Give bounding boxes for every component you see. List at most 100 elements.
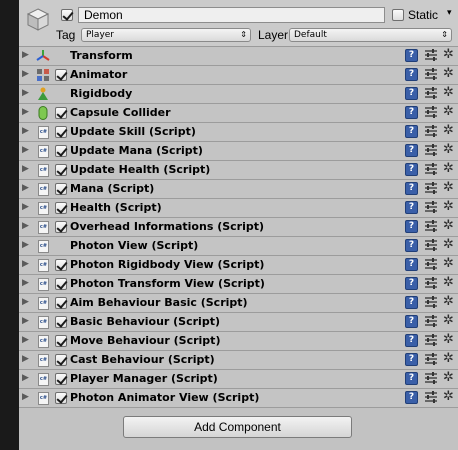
component-enabled-checkbox[interactable]: [55, 126, 67, 138]
gear-icon[interactable]: ✲: [443, 389, 454, 404]
component-row[interactable]: ▶ c# Player Manager (Script)? ✲: [19, 370, 458, 389]
gear-icon[interactable]: ✲: [443, 275, 454, 290]
component-row[interactable]: ▶ c# Update Skill (Script)? ✲: [19, 123, 458, 142]
help-icon[interactable]: ?: [405, 277, 418, 290]
help-icon[interactable]: ?: [405, 315, 418, 328]
component-row[interactable]: ▶ Capsule Collider? ✲: [19, 104, 458, 123]
component-row[interactable]: ▶ c# Health (Script)? ✲: [19, 199, 458, 218]
help-icon[interactable]: ?: [405, 49, 418, 62]
foldout-arrow-icon[interactable]: ▶: [22, 202, 29, 212]
preset-sliders-icon[interactable]: [424, 67, 438, 81]
help-icon[interactable]: ?: [405, 125, 418, 138]
gear-icon[interactable]: ✲: [443, 142, 454, 157]
help-icon[interactable]: ?: [405, 258, 418, 271]
preset-sliders-icon[interactable]: [424, 257, 438, 271]
gear-icon[interactable]: ✲: [443, 180, 454, 195]
foldout-arrow-icon[interactable]: ▶: [22, 240, 29, 250]
component-enabled-checkbox[interactable]: [55, 335, 67, 347]
gear-icon[interactable]: ✲: [443, 104, 454, 119]
gear-icon[interactable]: ✲: [443, 199, 454, 214]
help-icon[interactable]: ?: [405, 163, 418, 176]
preset-sliders-icon[interactable]: [424, 238, 438, 252]
foldout-arrow-icon[interactable]: ▶: [22, 335, 29, 345]
help-icon[interactable]: ?: [405, 201, 418, 214]
help-icon[interactable]: ?: [405, 239, 418, 252]
component-row[interactable]: ▶ c# Move Behaviour (Script)? ✲: [19, 332, 458, 351]
component-enabled-checkbox[interactable]: [55, 202, 67, 214]
gear-icon[interactable]: ✲: [443, 332, 454, 347]
preset-sliders-icon[interactable]: [424, 48, 438, 62]
component-enabled-checkbox[interactable]: [55, 354, 67, 366]
preset-sliders-icon[interactable]: [424, 143, 438, 157]
help-icon[interactable]: ?: [405, 372, 418, 385]
gear-icon[interactable]: ✲: [443, 66, 454, 81]
component-enabled-checkbox[interactable]: [55, 145, 67, 157]
gear-icon[interactable]: ✲: [443, 294, 454, 309]
preset-sliders-icon[interactable]: [424, 371, 438, 385]
gear-icon[interactable]: ✲: [443, 85, 454, 100]
gear-icon[interactable]: ✲: [443, 313, 454, 328]
help-icon[interactable]: ?: [405, 220, 418, 233]
component-enabled-checkbox[interactable]: [55, 221, 67, 233]
preset-sliders-icon[interactable]: [424, 352, 438, 366]
foldout-arrow-icon[interactable]: ▶: [22, 354, 29, 364]
preset-sliders-icon[interactable]: [424, 314, 438, 328]
preset-sliders-icon[interactable]: [424, 219, 438, 233]
component-enabled-checkbox[interactable]: [55, 107, 67, 119]
preset-sliders-icon[interactable]: [424, 162, 438, 176]
preset-sliders-icon[interactable]: [424, 105, 438, 119]
component-row[interactable]: ▶ c# Photon Rigidbody View (Script)? ✲: [19, 256, 458, 275]
foldout-arrow-icon[interactable]: ▶: [22, 316, 29, 326]
foldout-arrow-icon[interactable]: ▶: [22, 88, 29, 98]
gear-icon[interactable]: ✲: [443, 161, 454, 176]
help-icon[interactable]: ?: [405, 391, 418, 404]
help-icon[interactable]: ?: [405, 106, 418, 119]
component-row[interactable]: ▶ c# Overhead Informations (Script)? ✲: [19, 218, 458, 237]
help-icon[interactable]: ?: [405, 182, 418, 195]
foldout-arrow-icon[interactable]: ▶: [22, 50, 29, 60]
component-enabled-checkbox[interactable]: [55, 278, 67, 290]
gear-icon[interactable]: ✲: [443, 237, 454, 252]
preset-sliders-icon[interactable]: [424, 200, 438, 214]
component-row[interactable]: ▶ c# Photon Transform View (Script)? ✲: [19, 275, 458, 294]
component-row[interactable]: ▶ Animator? ✲: [19, 66, 458, 85]
preset-sliders-icon[interactable]: [424, 295, 438, 309]
component-row[interactable]: ▶ Transform? ✲: [19, 47, 458, 66]
help-icon[interactable]: ?: [405, 144, 418, 157]
preset-sliders-icon[interactable]: [424, 181, 438, 195]
component-enabled-checkbox[interactable]: [55, 297, 67, 309]
component-enabled-checkbox[interactable]: [55, 69, 67, 81]
component-enabled-checkbox[interactable]: [55, 316, 67, 328]
help-icon[interactable]: ?: [405, 296, 418, 309]
foldout-arrow-icon[interactable]: ▶: [22, 145, 29, 155]
component-enabled-checkbox[interactable]: [55, 259, 67, 271]
component-enabled-checkbox[interactable]: [55, 183, 67, 195]
component-row[interactable]: ▶ Rigidbody? ✲: [19, 85, 458, 104]
component-row[interactable]: ▶ c# Mana (Script)? ✲: [19, 180, 458, 199]
component-row[interactable]: ▶ c# Basic Behaviour (Script)? ✲: [19, 313, 458, 332]
component-row[interactable]: ▶ c# Update Mana (Script)? ✲: [19, 142, 458, 161]
static-dropdown-arrow-icon[interactable]: ▾: [447, 8, 452, 18]
tag-dropdown[interactable]: Player ⇕: [81, 28, 251, 42]
foldout-arrow-icon[interactable]: ▶: [22, 221, 29, 231]
foldout-arrow-icon[interactable]: ▶: [22, 107, 29, 117]
foldout-arrow-icon[interactable]: ▶: [22, 297, 29, 307]
foldout-arrow-icon[interactable]: ▶: [22, 69, 29, 79]
component-row[interactable]: ▶ c# Photon View (Script)? ✲: [19, 237, 458, 256]
static-checkbox[interactable]: [392, 9, 404, 21]
preset-sliders-icon[interactable]: [424, 333, 438, 347]
gear-icon[interactable]: ✲: [443, 351, 454, 366]
foldout-arrow-icon[interactable]: ▶: [22, 373, 29, 383]
help-icon[interactable]: ?: [405, 68, 418, 81]
preset-sliders-icon[interactable]: [424, 124, 438, 138]
gear-icon[interactable]: ✲: [443, 370, 454, 385]
foldout-arrow-icon[interactable]: ▶: [22, 126, 29, 136]
add-component-button[interactable]: Add Component: [123, 416, 352, 438]
gear-icon[interactable]: ✲: [443, 256, 454, 271]
layer-dropdown[interactable]: Default ⇕: [289, 28, 452, 42]
component-enabled-checkbox[interactable]: [55, 164, 67, 176]
active-checkbox[interactable]: [61, 9, 73, 21]
preset-sliders-icon[interactable]: [424, 86, 438, 100]
help-icon[interactable]: ?: [405, 334, 418, 347]
gear-icon[interactable]: ✲: [443, 123, 454, 138]
